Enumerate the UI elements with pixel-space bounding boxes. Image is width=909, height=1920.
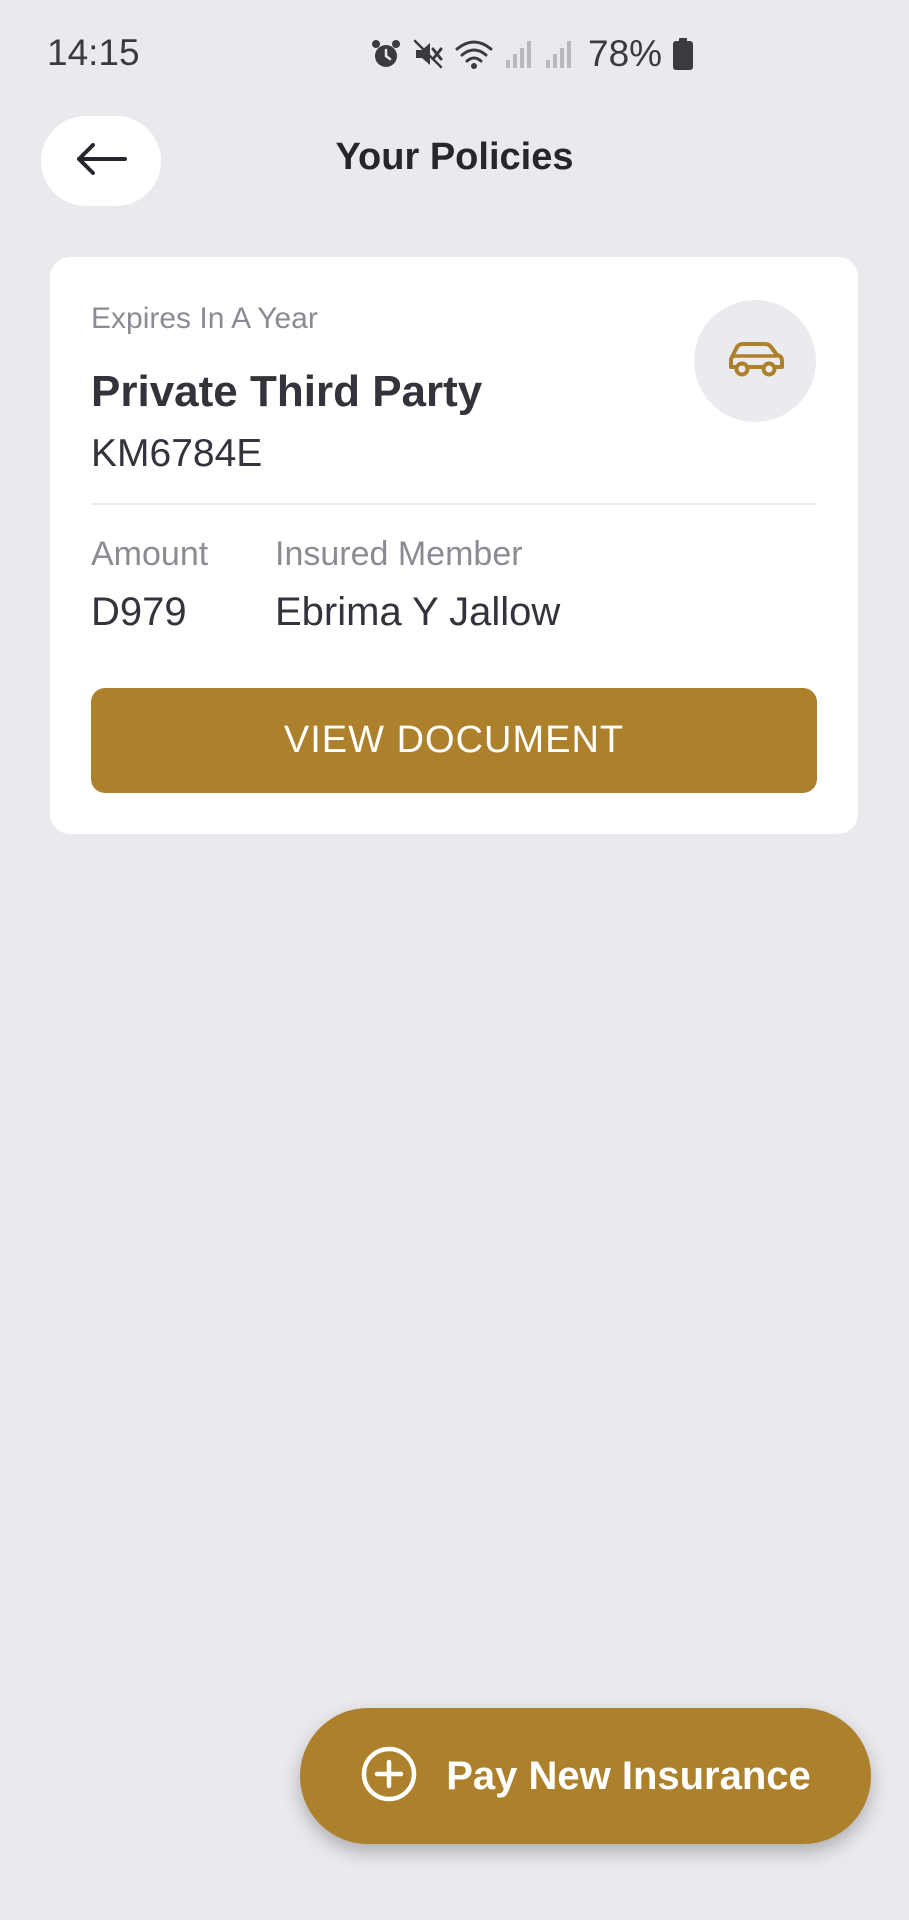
card-divider — [91, 503, 817, 505]
car-icon — [725, 339, 785, 384]
amount-label: Amount — [91, 535, 209, 573]
mute-icon — [412, 38, 444, 70]
signal-icon — [544, 38, 574, 70]
insured-member-label: Insured Member — [275, 535, 523, 573]
policy-plate-number: KM6784E — [91, 432, 263, 475]
pay-new-insurance-label: Pay New Insurance — [446, 1753, 811, 1798]
policy-expiry: Expires In A Year — [91, 302, 318, 335]
status-bar: 14:15 78% — [0, 0, 909, 110]
policy-card: Expires In A Year Private Third Party KM… — [50, 257, 858, 834]
amount-value: D979 — [91, 590, 187, 634]
status-time: 14:15 — [47, 32, 140, 73]
wifi-icon — [454, 38, 494, 70]
view-document-button[interactable]: VIEW DOCUMENT — [91, 688, 817, 793]
insured-member-value: Ebrima Y Jallow — [275, 590, 561, 634]
plus-circle-icon — [360, 1745, 418, 1808]
battery-percent: 78% — [588, 33, 663, 74]
policy-name: Private Third Party — [91, 367, 483, 416]
vehicle-badge — [694, 300, 816, 422]
alarm-icon — [370, 38, 402, 70]
pay-new-insurance-button[interactable]: Pay New Insurance — [300, 1708, 871, 1844]
status-icons: 78% — [370, 33, 694, 74]
signal-icon — [504, 38, 534, 70]
battery-icon — [672, 37, 694, 71]
page-title: Your Policies — [335, 136, 574, 178]
